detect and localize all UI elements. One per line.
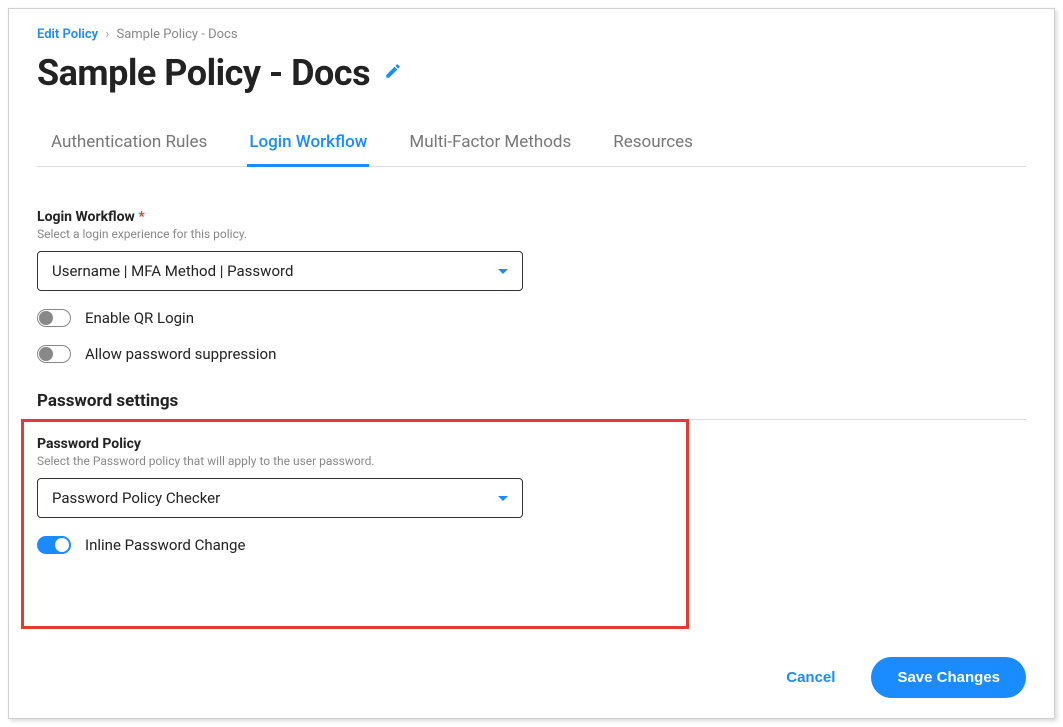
login-workflow-group: Login Workflow * Select a login experien… [37,209,1026,291]
cancel-button[interactable]: Cancel [770,659,851,696]
required-marker: * [138,209,144,225]
footer-actions: Cancel Save Changes [37,643,1026,698]
breadcrumb-separator: › [105,27,109,42]
allow-suppression-row: Allow password suppression [37,345,1026,363]
breadcrumb-current: Sample Policy - Docs [116,27,237,42]
enable-qr-toggle[interactable] [37,309,71,327]
tab-resources[interactable]: Resources [611,122,695,167]
page-title-row: Sample Policy - Docs [37,52,1026,94]
login-workflow-select[interactable]: Username | MFA Method | Password [37,251,523,291]
login-workflow-label: Login Workflow * [37,209,1026,225]
tabs: Authentication Rules Login Workflow Mult… [37,122,1026,167]
allow-suppression-label: Allow password suppression [85,345,276,363]
breadcrumb: Edit Policy › Sample Policy - Docs [37,27,1026,42]
login-workflow-value: Username | MFA Method | Password [52,262,293,280]
enable-qr-label: Enable QR Login [85,309,194,327]
password-settings-heading: Password settings [37,391,1026,411]
inline-password-toggle[interactable] [37,536,71,554]
password-policy-label: Password Policy [37,436,1026,452]
chevron-down-icon [498,496,508,501]
edit-icon[interactable] [384,62,402,84]
login-workflow-label-text: Login Workflow [37,209,135,225]
password-policy-help: Select the Password policy that will app… [37,454,1026,468]
page-title: Sample Policy - Docs [37,52,370,94]
tab-content: Login Workflow * Select a login experien… [37,167,1026,643]
enable-qr-row: Enable QR Login [37,309,1026,327]
policy-editor-panel: Edit Policy › Sample Policy - Docs Sampl… [8,8,1055,719]
password-policy-select[interactable]: Password Policy Checker [37,478,523,518]
tab-login-workflow[interactable]: Login Workflow [247,122,369,167]
tab-multi-factor-methods[interactable]: Multi-Factor Methods [407,122,573,167]
login-workflow-help: Select a login experience for this polic… [37,227,1026,241]
inline-password-row: Inline Password Change [37,536,1026,554]
password-policy-value: Password Policy Checker [52,489,220,507]
breadcrumb-root-link[interactable]: Edit Policy [37,27,98,42]
chevron-down-icon [498,269,508,274]
password-policy-group: Password Policy Select the Password poli… [37,436,1026,518]
section-divider [37,419,1026,420]
tab-authentication-rules[interactable]: Authentication Rules [49,122,209,167]
allow-suppression-toggle[interactable] [37,345,71,363]
inline-password-label: Inline Password Change [85,536,245,554]
save-changes-button[interactable]: Save Changes [871,657,1026,698]
